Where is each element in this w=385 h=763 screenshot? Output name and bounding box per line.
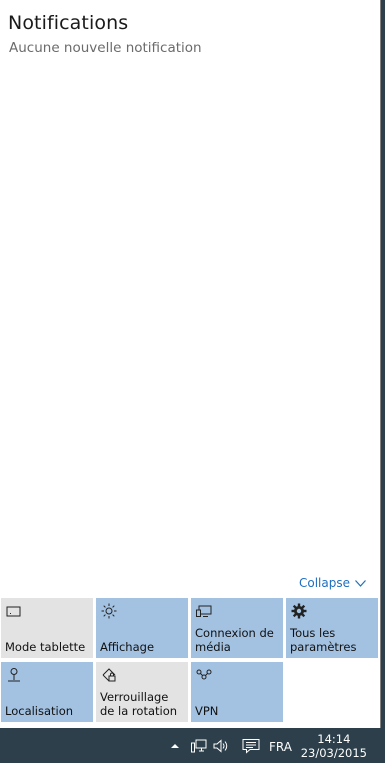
tile-label: Verrouillage de la rotation	[100, 690, 178, 718]
action-center-panel: Notifications Aucune nouvelle notificati…	[0, 0, 381, 728]
tile-rotation-lock[interactable]: Verrouillage de la rotation	[96, 662, 188, 722]
tile-label: Connexion de média	[195, 626, 274, 654]
tablet-mode-icon	[6, 606, 21, 617]
tile-label: Mode tablette	[5, 640, 86, 654]
taskbar: FRA 14:14 23/03/2015	[0, 728, 385, 763]
gear-icon	[291, 603, 307, 619]
chevron-down-icon	[355, 579, 366, 587]
show-hidden-icons-icon[interactable]	[166, 738, 184, 754]
brightness-icon	[101, 603, 117, 619]
vpn-icon	[196, 669, 212, 680]
collapse-label: Collapse	[299, 576, 350, 590]
tile-vpn[interactable]: VPN	[191, 662, 283, 722]
network-icon[interactable]	[190, 738, 208, 754]
location-icon	[8, 668, 20, 682]
action-center-icon[interactable]	[241, 738, 261, 754]
panel-title: Notifications	[8, 12, 129, 34]
tile-all-settings[interactable]: Tous les paramètres	[286, 598, 378, 658]
tile-location[interactable]: Localisation	[1, 662, 93, 722]
taskbar-clock[interactable]: 14:14 23/03/2015	[301, 732, 367, 760]
tile-label: Tous les paramètres	[290, 626, 357, 654]
tile-label: Affichage	[100, 640, 155, 654]
tile-label: Localisation	[5, 704, 74, 718]
input-language-indicator[interactable]: FRA	[269, 740, 292, 754]
rotation-lock-icon	[102, 668, 116, 682]
volume-icon[interactable]	[212, 738, 230, 754]
clock-date: 23/03/2015	[300, 746, 367, 760]
tile-media-connect[interactable]: Connexion de média	[191, 598, 283, 658]
tile-display[interactable]: Affichage	[96, 598, 188, 658]
tile-tablet-mode[interactable]: Mode tablette	[1, 598, 93, 658]
collapse-button[interactable]: Collapse	[299, 576, 366, 590]
no-notifications-message: Aucune nouvelle notification	[9, 40, 202, 56]
media-connect-icon	[196, 605, 212, 617]
clock-time: 14:14	[317, 732, 351, 746]
tile-label: VPN	[195, 704, 219, 718]
